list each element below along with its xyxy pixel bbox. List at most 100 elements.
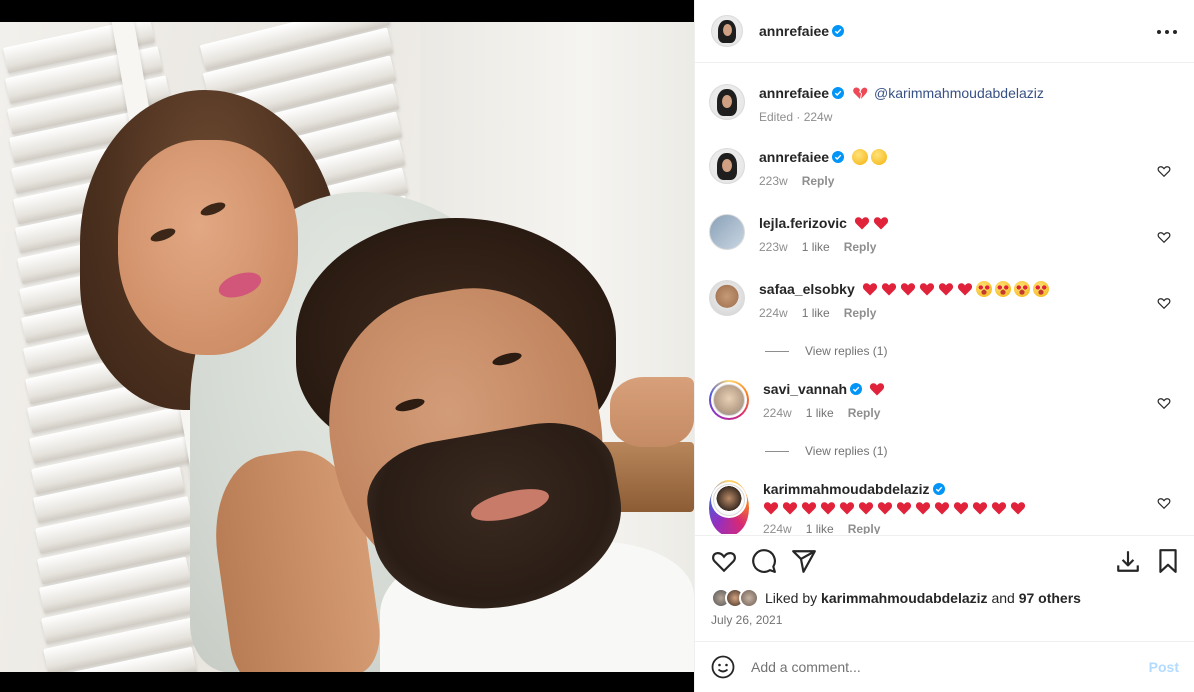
post-panel: annrefaiee annrefaiee @karimmahmoudabdel… xyxy=(694,0,1194,692)
header-avatar[interactable] xyxy=(711,15,743,47)
red-heart-icon xyxy=(881,283,896,296)
share-icon[interactable] xyxy=(791,548,817,574)
liker-avatar xyxy=(739,588,759,608)
kiss-face-icon xyxy=(852,149,869,165)
comment-item: safaa_elsobky 224w 1 like Reply xyxy=(709,280,1179,320)
red-heart-icon xyxy=(839,502,855,515)
verified-icon xyxy=(832,25,845,37)
comment-avatar[interactable] xyxy=(709,148,745,184)
comment-likes[interactable]: 1 like xyxy=(802,240,830,254)
verified-icon xyxy=(850,383,863,395)
header-user: annrefaiee xyxy=(759,23,845,39)
heart-eyes-face-icon xyxy=(994,281,1011,297)
verified-icon xyxy=(832,87,845,99)
heart-icon[interactable] xyxy=(1157,230,1171,244)
header-username[interactable]: annrefaiee xyxy=(759,23,829,39)
post-header: annrefaiee xyxy=(695,0,1194,63)
comment-likes[interactable]: 1 like xyxy=(806,406,834,420)
comment-time: 223w xyxy=(759,240,788,254)
red-heart-icon xyxy=(972,502,988,515)
view-replies-button[interactable]: View replies (1) xyxy=(765,444,887,458)
heart-icon[interactable] xyxy=(711,548,737,574)
post-photo[interactable] xyxy=(0,0,694,692)
comment-username[interactable]: savi_vannah xyxy=(763,380,847,398)
comment-hearts xyxy=(859,281,1049,297)
red-heart-icon xyxy=(854,217,870,230)
reply-button[interactable]: Reply xyxy=(848,522,881,534)
comment-username[interactable]: karimmahmoudabdelaziz xyxy=(763,480,930,498)
heart-icon[interactable] xyxy=(1157,396,1171,410)
likes-others[interactable]: 97 others xyxy=(1019,590,1081,606)
likes-user[interactable]: karimmahmoudabdelaziz xyxy=(821,590,988,606)
liker-avatars xyxy=(711,588,759,608)
view-replies-button[interactable]: View replies (1) xyxy=(765,344,887,358)
heart-eyes-face-icon xyxy=(975,281,992,297)
heart-eyes-face-icon xyxy=(1013,281,1030,297)
heart-icon[interactable] xyxy=(1157,496,1171,510)
reply-button[interactable]: Reply xyxy=(802,174,835,188)
comment-username[interactable]: lejla.ferizovic xyxy=(759,214,847,232)
kiss-face-icon xyxy=(871,149,888,165)
comment-avatar[interactable] xyxy=(713,384,745,416)
red-heart-icon xyxy=(820,502,836,515)
verified-icon xyxy=(932,483,945,495)
caption-meta: Edited · 224w xyxy=(759,110,833,124)
more-icon[interactable] xyxy=(1157,22,1177,42)
emoji-icon[interactable] xyxy=(711,655,735,679)
red-heart-icon xyxy=(938,283,953,296)
heart-eyes-face-icon xyxy=(1032,281,1049,297)
comment-item: karimmahmoudabdelaziz 224w 1 like Reply xyxy=(709,480,1179,534)
comment-input[interactable] xyxy=(751,659,1131,675)
post-button[interactable]: Post xyxy=(1149,659,1179,675)
likes-and: and xyxy=(991,590,1015,606)
red-heart-icon xyxy=(873,217,889,230)
comment-username[interactable]: safaa_elsobky xyxy=(759,280,855,298)
red-heart-icon xyxy=(858,502,874,515)
reply-button[interactable]: Reply xyxy=(848,406,881,420)
view-replies-label: View replies (1) xyxy=(805,444,888,458)
story-ring[interactable] xyxy=(709,480,749,534)
red-heart-icon xyxy=(1010,502,1026,515)
comment-username[interactable]: annrefaiee xyxy=(759,148,829,166)
heart-icon[interactable] xyxy=(1157,296,1171,310)
verified-icon xyxy=(832,151,845,163)
view-replies-label: View replies (1) xyxy=(805,344,888,358)
bookmark-icon[interactable] xyxy=(1155,548,1181,574)
red-heart-icon xyxy=(919,283,934,296)
reply-button[interactable]: Reply xyxy=(844,240,877,254)
photo-hand xyxy=(610,377,694,447)
red-heart-icon xyxy=(862,283,877,296)
caption-mention[interactable]: @karimmahmoudabdelaziz xyxy=(874,84,1044,102)
red-heart-icon xyxy=(934,502,950,515)
likes-summary[interactable]: Liked by karimmahmoudabdelaziz and 97 ot… xyxy=(711,588,1081,608)
comment-avatar[interactable] xyxy=(713,484,745,516)
comment-time: 224w xyxy=(763,406,792,420)
caption-avatar[interactable] xyxy=(709,84,745,120)
comment-avatar[interactable] xyxy=(709,280,745,316)
comments-list[interactable]: annrefaiee @karimmahmoudabdelaziz Edited… xyxy=(695,64,1194,534)
red-heart-icon xyxy=(957,283,972,296)
red-heart-icon xyxy=(763,502,779,515)
comment-likes[interactable]: 1 like xyxy=(802,306,830,320)
comment-icon[interactable] xyxy=(751,548,777,574)
comment-hearts xyxy=(866,381,885,397)
red-heart-icon xyxy=(782,502,798,515)
likes-prefix: Liked by xyxy=(765,590,818,606)
heart-icon[interactable] xyxy=(1157,164,1171,178)
comment-time: 224w xyxy=(759,306,788,320)
comment-item: lejla.ferizovic 223w 1 like Reply xyxy=(709,214,1179,254)
comment-avatar[interactable] xyxy=(709,214,745,250)
photo-woman-face xyxy=(118,140,298,355)
save-icon[interactable] xyxy=(1115,548,1141,574)
comment-hearts xyxy=(851,215,889,231)
action-bar xyxy=(695,535,1194,585)
red-heart-icon xyxy=(900,283,915,296)
comment-hearts xyxy=(760,500,1143,516)
reply-button[interactable]: Reply xyxy=(844,306,877,320)
story-ring[interactable] xyxy=(709,380,749,420)
caption-username[interactable]: annrefaiee xyxy=(759,84,829,102)
caption: annrefaiee @karimmahmoudabdelaziz Edited… xyxy=(709,84,1179,124)
red-heart-icon xyxy=(869,383,885,396)
comment-likes[interactable]: 1 like xyxy=(806,522,834,534)
add-comment-bar: Post xyxy=(695,641,1194,692)
